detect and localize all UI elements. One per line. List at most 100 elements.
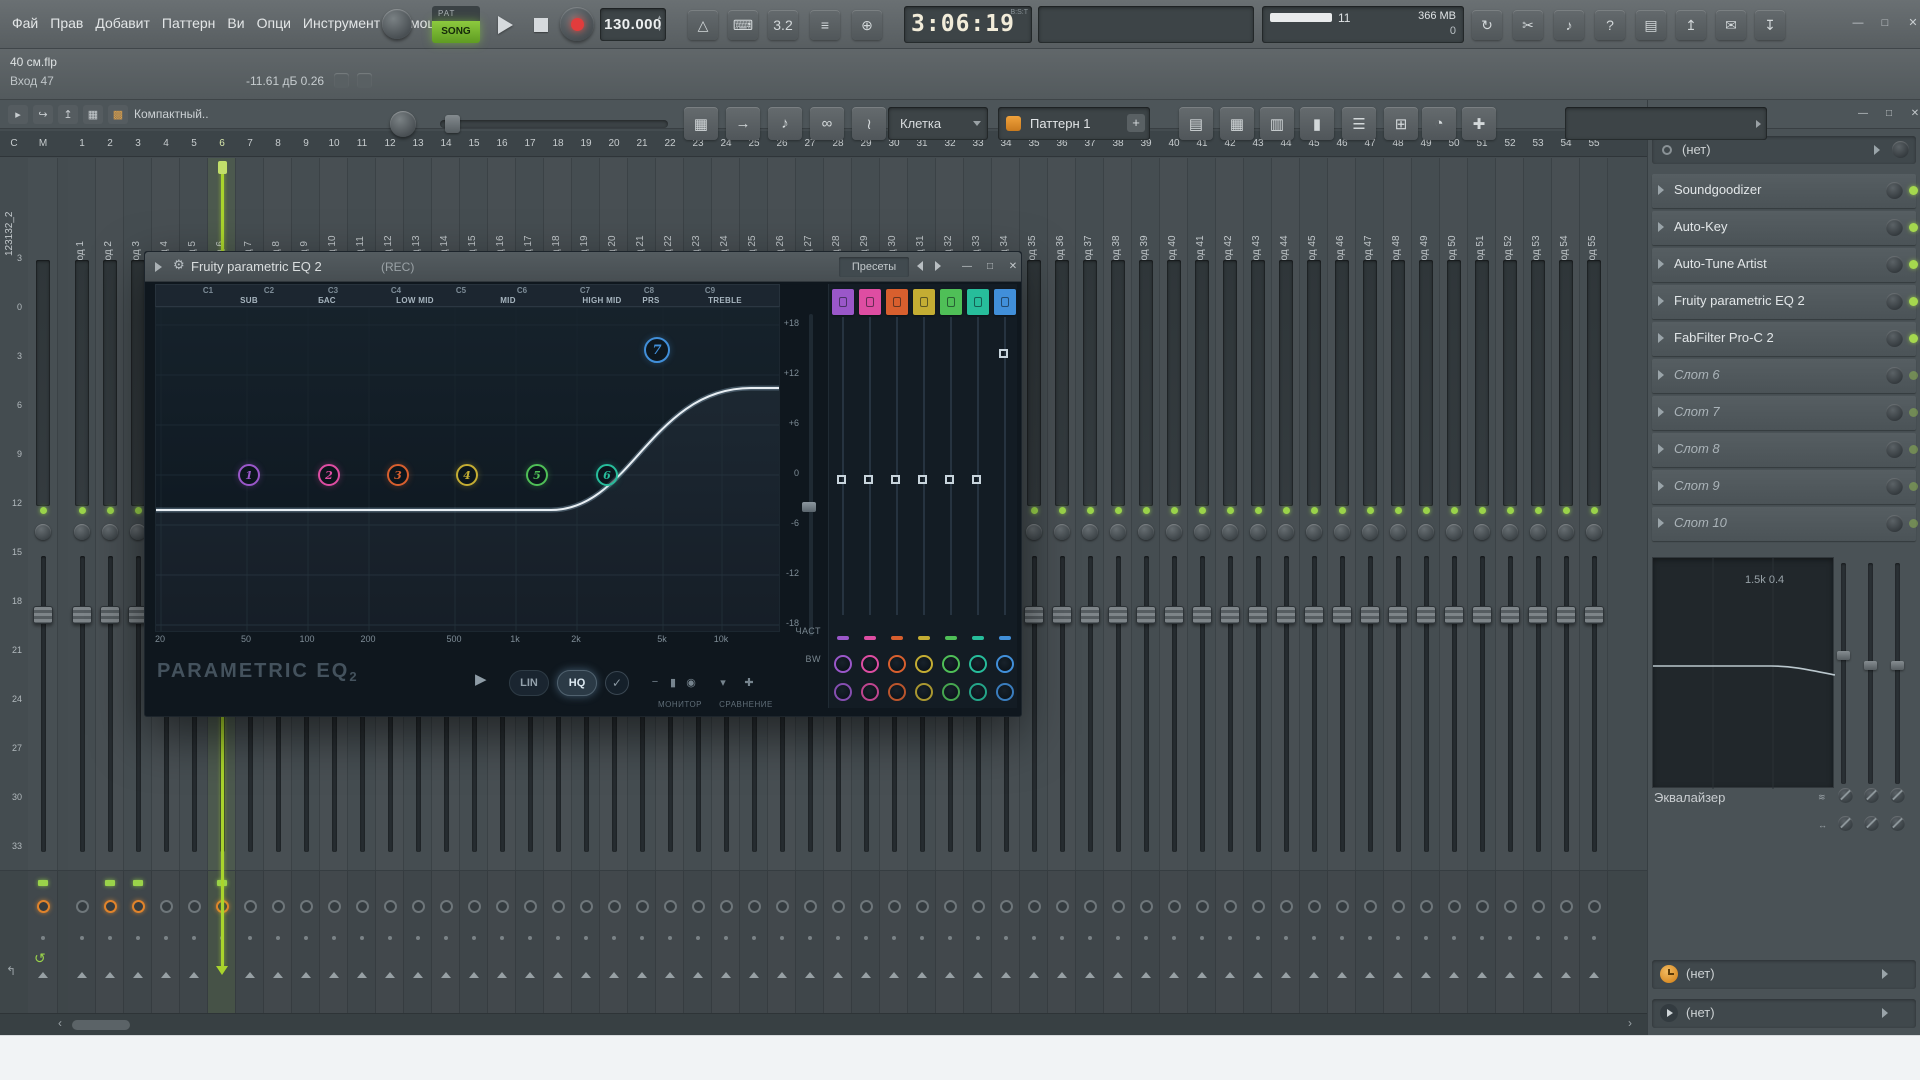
channel-51-route-arrow[interactable] [1477,972,1487,978]
rack-input-slot[interactable]: (нет) [1652,136,1916,164]
sync-icon[interactable]: ↻ [1472,10,1502,40]
eq-width-knob-1[interactable] [1838,816,1853,831]
eq-column-C2[interactable]: C2 [264,286,274,295]
effect-mix-knob[interactable] [1886,478,1903,495]
master-enable-led[interactable] [40,507,47,514]
channel-36-arm-button[interactable] [1056,900,1069,913]
band-tab-3[interactable] [886,289,908,315]
route-back-icon[interactable]: ↰ [6,964,16,978]
channel-27-route-arrow[interactable] [805,972,815,978]
channel-26-route-arrow[interactable] [777,972,787,978]
mixer-minimize-button[interactable]: — [1853,105,1873,123]
channel-53-arm-button[interactable] [1532,900,1545,913]
master-pan-knob[interactable] [35,524,51,540]
channel-35-arm-button[interactable] [1028,900,1041,913]
channel-47-arm-button[interactable] [1364,900,1377,913]
channel-9-arm-button[interactable] [300,900,313,913]
channel-49-pan-knob[interactable] [1418,524,1434,540]
channel-38-fader-handle[interactable] [1108,606,1128,624]
band-width-knob-7[interactable] [996,683,1014,701]
browser-icon[interactable]: ☰ [1342,107,1376,140]
effect-enable-led[interactable] [1909,371,1918,380]
channel-37-fader-handle[interactable] [1080,606,1100,624]
band-level-handle-1[interactable] [837,475,846,484]
effect-mix-knob[interactable] [1886,182,1903,199]
channel-47-route-arrow[interactable] [1365,972,1375,978]
effect-slot-8[interactable]: Слот 8 [1652,433,1916,467]
channel-1-fader-handle[interactable] [72,606,92,624]
eq-band-slider-mid[interactable] [1868,563,1873,784]
side-icon[interactable]: ◉ [686,676,696,689]
channel-25-route-arrow[interactable] [749,972,759,978]
channel-1-fader-track[interactable] [80,556,85,852]
menu-item-7[interactable]: Инструмент [303,15,380,31]
effect-mix-knob[interactable] [1886,219,1903,236]
channel-37-pan-knob[interactable] [1082,524,1098,540]
advance-icon[interactable]: → [726,107,760,140]
channel-49-arm-button[interactable] [1420,900,1433,913]
link-icon[interactable]: ∞ [810,107,844,140]
pat-mode-button[interactable]: PAT [432,6,480,21]
mixer-header-channel-20[interactable]: 20 [600,131,628,157]
channel-41-pan-knob[interactable] [1194,524,1210,540]
band-tab-5[interactable] [940,289,962,315]
band-tab-6[interactable] [967,289,989,315]
channel-55-fader-track[interactable] [1592,556,1597,852]
menu-item-6[interactable]: Опци [257,15,291,31]
band-level-track-7[interactable] [1004,317,1006,615]
song-mode-button[interactable]: SONG [432,21,480,43]
band-width-knob-5[interactable] [942,683,960,701]
note-icon[interactable]: ♪ [768,107,802,140]
effect-enable-led[interactable] [1909,482,1918,491]
mixer-header-channel-22[interactable]: 22 [656,131,684,157]
channel-rack-icon[interactable]: ▥ [1260,107,1294,140]
band-level-track-1[interactable] [842,317,844,615]
effect-enable-led[interactable] [1909,260,1918,269]
effect-mix-knob[interactable] [1886,367,1903,384]
eq-minimize-button[interactable]: — [957,258,977,276]
channel-54-arm-button[interactable] [1560,900,1573,913]
eq-band-type-strip[interactable]: C1C2C3C4C5C6C7C8C9SUBБАСLOW MIDMIDHIGH M… [155,284,780,307]
band-width-knob-2[interactable] [861,683,879,701]
band-level-handle-4[interactable] [918,475,927,484]
channel-40-enable-led[interactable] [1171,507,1178,514]
channel-8-route-arrow[interactable] [273,972,283,978]
channel-35-fader-track[interactable] [1032,556,1037,852]
scroll-right-icon[interactable]: › [1628,1016,1632,1030]
message-icon[interactable]: ✉ [1716,10,1746,40]
typing-keyboard-icon[interactable]: ⌨ [728,10,758,40]
channel-31-route-arrow[interactable] [917,972,927,978]
eq-band-handle-5[interactable]: 5 [526,464,548,486]
channel-39-fader-handle[interactable] [1136,606,1156,624]
channel-47-fader-track[interactable] [1368,556,1373,852]
eq-output-slider[interactable] [809,314,813,636]
channel-2-route-arrow[interactable] [105,972,115,978]
band-freq-knob-3[interactable] [888,655,906,673]
channel-50-fader-handle[interactable] [1444,606,1464,624]
channel-40-arm-button[interactable] [1168,900,1181,913]
band-tab-7[interactable] [994,289,1016,315]
mixer-header-channel-5[interactable]: 5 [180,131,208,157]
channel-30-arm-button[interactable] [888,900,901,913]
channel-2-fader-handle[interactable] [100,606,120,624]
channel-38-arm-button[interactable] [1112,900,1125,913]
mic-icon[interactable]: ♪ [1554,10,1584,40]
linear-phase-button[interactable]: LIN [509,670,549,696]
channel-50-pan-knob[interactable] [1446,524,1462,540]
channel-51-pan-knob[interactable] [1474,524,1490,540]
mixer-header-channel-17[interactable]: 17 [516,131,544,157]
channel-42-fader-handle[interactable] [1220,606,1240,624]
channel-46-enable-led[interactable] [1339,507,1346,514]
controller-field[interactable] [1565,107,1767,140]
channel-42-enable-led[interactable] [1227,507,1234,514]
time-display[interactable]: 3:06:19 B:S:T [904,6,1032,43]
channel-44-route-arrow[interactable] [1281,972,1291,978]
step-grid-icon[interactable]: ▦ [684,107,718,140]
channel-35-route-arrow[interactable] [1029,972,1039,978]
channel-50-arm-button[interactable] [1448,900,1461,913]
chevron-right-icon[interactable] [1658,259,1664,269]
mixer-scrollbar-handle[interactable] [72,1020,130,1030]
channel-54-route-arrow[interactable] [1561,972,1571,978]
effect-slot-2[interactable]: Auto-Key [1652,211,1916,245]
menu-item-5[interactable]: Ви [227,15,244,31]
